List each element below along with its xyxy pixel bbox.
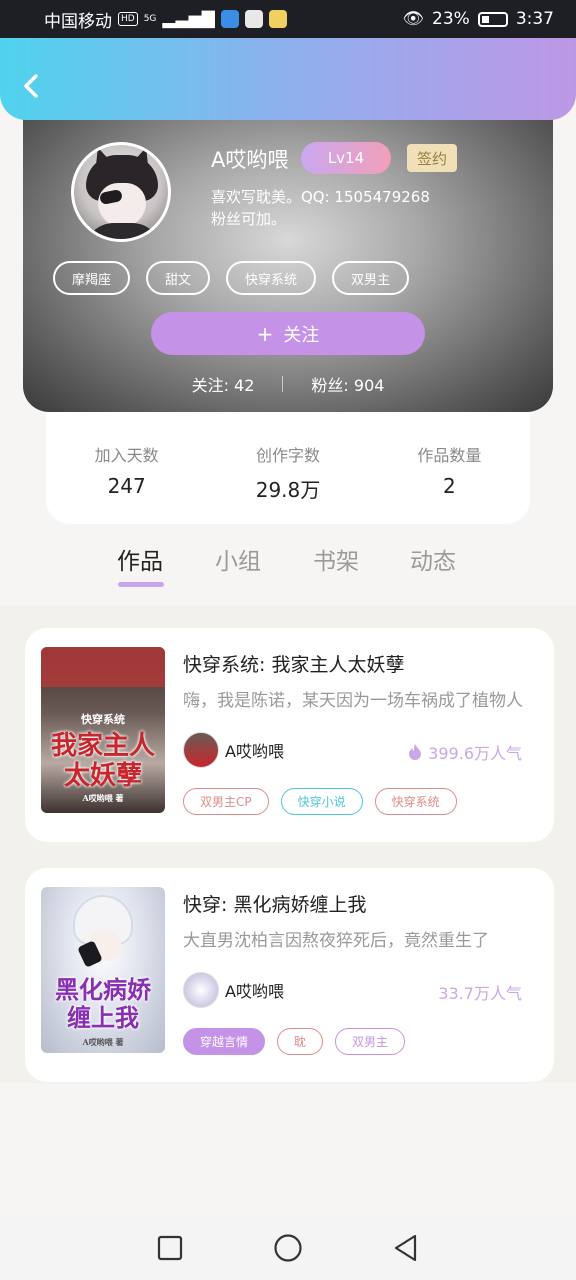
work-title[interactable]: 快穿系统: 我家主人太妖孽 — [183, 650, 404, 677]
work-tag[interactable]: 穿越言情 — [183, 1028, 266, 1055]
triangle-back-icon[interactable] — [393, 1234, 419, 1262]
tab-bookshelf[interactable]: 书架 — [313, 542, 359, 576]
stat-word-count: 创作字数 29.8万 — [207, 442, 368, 524]
chevron-left-icon — [24, 74, 38, 98]
author-avatar — [183, 732, 219, 768]
battery-percent: 23% — [432, 9, 470, 29]
following-count[interactable]: 关注: 42 — [192, 372, 255, 396]
tab-groups[interactable]: 小组 — [215, 542, 261, 576]
profile-tag[interactable]: 快穿系统 — [226, 261, 317, 295]
tab-activity[interactable]: 动态 — [410, 542, 456, 576]
popularity: 33.7万人气 — [438, 980, 522, 1004]
work-card[interactable]: 黑化病娇 缠上我 A哎哟喂 著 快穿: 黑化病娇缠上我 大直男沈柏言因熬夜猝死后… — [25, 868, 554, 1082]
stats-card: 加入天数 247 创作字数 29.8万 作品数量 2 — [46, 412, 530, 524]
tab-indicator — [118, 582, 164, 587]
work-tag[interactable]: 快穿小说 — [280, 788, 363, 815]
carrier-name: 中国移动 — [44, 11, 112, 32]
system-nav-bar — [0, 1216, 576, 1280]
bio-line: 喜欢写耽美。QQ: 1505479268 — [211, 188, 430, 206]
work-tag[interactable]: 双男主 — [335, 1028, 406, 1055]
cover-author: A哎哟喂 著 — [82, 1037, 124, 1047]
work-tags: 双男主CP 快穿小说 快穿系统 — [183, 788, 457, 815]
stat-join-days: 加入天数 247 — [46, 442, 207, 524]
cover-author: A哎哟喂 著 — [82, 793, 124, 803]
popularity-value: 33.7万人气 — [438, 984, 522, 1003]
work-author[interactable]: A哎哟喂 — [183, 732, 284, 768]
signed-badge: 签约 — [407, 144, 457, 172]
follow-button[interactable]: + 关注 — [151, 312, 425, 355]
work-card[interactable]: 快穿系统 我家主人 太妖孽 A哎哟喂 著 快穿系统: 我家主人太妖孽 嗨，我是陈… — [25, 628, 554, 842]
circle-icon[interactable] — [273, 1233, 303, 1263]
work-tag[interactable]: 双男主CP — [183, 788, 269, 815]
app-icon — [268, 10, 287, 28]
stat-works-count: 作品数量 2 — [369, 442, 530, 524]
square-icon[interactable] — [157, 1235, 183, 1261]
avatar[interactable] — [71, 142, 171, 242]
stat-value: 2 — [442, 474, 456, 498]
follow-label: 关注 — [283, 324, 320, 346]
back-button[interactable] — [16, 68, 46, 104]
popularity-value: 399.6万人气 — [428, 744, 522, 763]
profile-card: A哎哟喂 Lv14 签约 喜欢写耽美。QQ: 1505479268 粉丝可加。 … — [23, 100, 553, 412]
profile-tag[interactable]: 摩羯座 — [53, 261, 131, 295]
plus-icon: + — [256, 321, 274, 346]
profile-tag[interactable]: 甜文 — [146, 261, 211, 295]
level-badge: Lv14 — [301, 142, 391, 174]
work-tags: 穿越言情 耽 双男主 — [183, 1028, 406, 1055]
author-name: A哎哟喂 — [225, 982, 284, 1001]
stat-value: 247 — [107, 474, 146, 498]
bio: 喜欢写耽美。QQ: 1505479268 粉丝可加。 — [211, 186, 511, 230]
work-description: 嗨，我是陈诺，某天因为一场车祸成了植物人 — [183, 691, 523, 711]
popularity: 399.6万人气 — [408, 740, 522, 764]
work-tag[interactable]: 耽 — [277, 1028, 324, 1055]
fans-count[interactable]: 粉丝: 904 — [311, 372, 384, 396]
stat-label: 创作字数 — [255, 446, 320, 465]
username: A哎哟喂 — [211, 148, 289, 172]
battery-icon — [477, 11, 508, 27]
flame-icon — [409, 744, 422, 760]
signal-icon: ▂▃▅▇ — [162, 9, 215, 29]
bio-line: 粉丝可加。 — [211, 210, 287, 228]
stat-value: 29.8万 — [255, 478, 321, 502]
profile-tag[interactable]: 双男主 — [332, 261, 410, 295]
cover-title: 太妖孽 — [63, 761, 142, 791]
author-name: A哎哟喂 — [225, 742, 284, 761]
eye-icon: 👁 — [402, 9, 425, 29]
clock: 3:37 — [515, 9, 554, 29]
cover-title: 我家主人 — [50, 731, 155, 761]
work-author[interactable]: A哎哟喂 — [183, 972, 284, 1008]
cover-subtitle: 快穿系统 — [81, 713, 125, 726]
network-type: 5G — [143, 14, 157, 24]
book-cover[interactable]: 快穿系统 我家主人 太妖孽 A哎哟喂 著 — [41, 647, 165, 813]
app-icon — [220, 10, 239, 28]
stat-label: 加入天数 — [94, 446, 159, 465]
work-title[interactable]: 快穿: 黑化病娇缠上我 — [183, 890, 366, 917]
tab-works[interactable]: 作品 — [117, 542, 163, 576]
work-tag[interactable]: 快穿系统 — [374, 788, 457, 815]
book-cover[interactable]: 黑化病娇 缠上我 A哎哟喂 著 — [41, 887, 165, 1053]
app-icon — [244, 10, 263, 28]
status-bar: 中国移动 HD 5G ▂▃▅▇ 👁 23% 3:37 — [0, 0, 576, 38]
stat-label: 作品数量 — [417, 446, 482, 465]
hd-badge: HD — [118, 12, 138, 26]
tab-bar: 作品 小组 书架 动态 — [0, 530, 576, 605]
profile-tags: 摩羯座 甜文 快穿系统 双男主 — [53, 261, 410, 295]
work-description: 大直男沈柏言因熬夜猝死后，竟然重生了 — [183, 931, 489, 951]
divider — [282, 376, 284, 392]
follow-counts: 关注: 42 粉丝: 904 — [23, 372, 553, 396]
cover-title: 黑化病娇 — [55, 975, 151, 1004]
author-avatar — [183, 972, 219, 1008]
cover-title: 缠上我 — [67, 1003, 139, 1032]
works-list: 快穿系统 我家主人 太妖孽 A哎哟喂 著 快穿系统: 我家主人太妖孽 嗨，我是陈… — [0, 605, 576, 1083]
